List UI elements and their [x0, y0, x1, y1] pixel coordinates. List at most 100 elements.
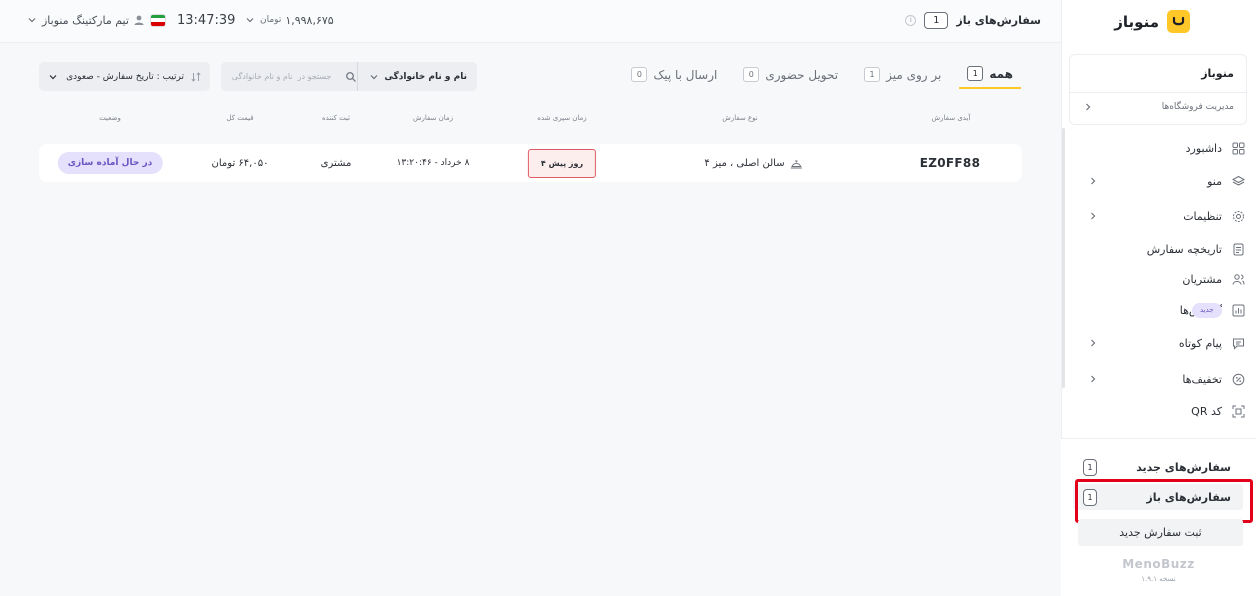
- search-input[interactable]: [221, 62, 338, 91]
- status-badge: در حال آماده سازی: [57, 152, 163, 174]
- new-order-button[interactable]: ثبت سفارش جدید: [1078, 519, 1243, 546]
- chevron-down-icon: [49, 74, 57, 79]
- sidebar-item-label: داشبورد: [1185, 141, 1222, 155]
- orders-table-header: آیدی سفارش نوع سفارش زمان سپری شده زمان …: [39, 114, 1022, 128]
- search-bar: نام و نام خانوادگی: [221, 62, 477, 91]
- layers-icon: [1231, 175, 1245, 186]
- open-orders-label: سفارش‌های باز: [956, 13, 1041, 27]
- sort-label: ترتیب : تاریخ سفارش - صعودی: [66, 71, 184, 82]
- sidebar-item-label: مشتریان: [1182, 272, 1222, 286]
- search-field-select[interactable]: نام و نام خانوادگی: [357, 62, 477, 91]
- tab-on-table[interactable]: بر روی میز 1: [856, 60, 949, 89]
- chevron-right-icon: [1091, 375, 1096, 383]
- sidebar-bottom-panel: سفارش‌های جدید 1 سفارش‌های باز 1 ثبت سفا…: [1061, 438, 1256, 596]
- store-card: منوباز مدیریت فروشگاه‌ها: [1069, 54, 1247, 125]
- manage-stores-link[interactable]: مدیریت فروشگاه‌ها: [1162, 102, 1234, 112]
- sidebar-item-customers[interactable]: مشتریان: [1061, 263, 1256, 295]
- tab-label: تحویل حضوری: [765, 67, 839, 82]
- new-orders-link[interactable]: سفارش‌های جدید 1: [1073, 454, 1243, 480]
- new-badge: جدید: [1192, 302, 1222, 318]
- chevron-down-icon: [246, 18, 254, 23]
- serving-dish-icon: [791, 160, 803, 169]
- chevron-down-icon: [370, 74, 378, 79]
- new-orders-label: سفارش‌های جدید: [1136, 460, 1231, 474]
- user-menu[interactable]: تیم مارکتینگ منوباز: [26, 0, 145, 40]
- clock: 13:47:39: [177, 12, 236, 28]
- version-label: نسخه ۱.۹.۱: [1141, 575, 1176, 583]
- wallet-balance[interactable]: ۱,۹۹۸,۶۷۵ تومان: [244, 0, 334, 40]
- discount-icon: [1232, 373, 1244, 385]
- logo-mark-icon: [1167, 10, 1190, 33]
- store-name: منوباز: [1201, 67, 1234, 80]
- logo[interactable]: منوباز: [1114, 10, 1190, 33]
- message-icon: [1232, 338, 1244, 350]
- divider: [1070, 92, 1246, 93]
- iran-flag-icon: [151, 14, 165, 26]
- sidebar-item-sms[interactable]: پیام کوتاه: [1061, 327, 1256, 359]
- tab-label: بر روی میز: [886, 67, 942, 82]
- total-price: ۶۴,۰۵۰ تومان: [211, 157, 269, 169]
- table-row[interactable]: EZ0FF88 سالن اصلی ، میز ۴ ۴ روز پیش ۸ خر…: [39, 144, 1022, 182]
- open-orders-count: 1: [924, 11, 949, 29]
- sidebar-item-qr[interactable]: کد QR: [1061, 395, 1256, 427]
- sidebar-item-reports[interactable]: گزارش‌ها جدید: [1061, 294, 1256, 326]
- search-field-label: نام و نام خانوادگی: [384, 71, 467, 82]
- order-type-label: سالن اصلی ، میز ۴: [704, 157, 785, 169]
- gear-icon: [1232, 210, 1244, 222]
- info-icon[interactable]: i: [905, 14, 917, 26]
- sidebar-item-label: منو: [1207, 174, 1222, 188]
- tab-all[interactable]: همه 1: [959, 60, 1021, 89]
- header-order-type: نوع سفارش: [722, 114, 758, 122]
- search-icon: [346, 71, 357, 82]
- sort-select[interactable]: ترتیب : تاریخ سفارش - صعودی: [39, 62, 210, 91]
- new-orders-count: 1: [1083, 458, 1097, 476]
- elapsed-badge: ۴ روز پیش: [527, 148, 597, 178]
- sidebar-item-menu[interactable]: منو: [1061, 165, 1256, 197]
- order-id: EZ0FF88: [919, 156, 981, 170]
- main-content: تیم مارکتینگ منوباز 13:47:39 ۱,۹۹۸,۶۷۵ ت…: [0, 0, 1061, 596]
- tab-count: 0: [743, 67, 760, 82]
- balance-value: ۱,۹۹۸,۶۷۵: [285, 13, 334, 27]
- header-status: وضعیت: [99, 114, 121, 122]
- order-type-tabs: همه 1 بر روی میز 1 تحویل حضوری 0 ارسال ب…: [613, 60, 1021, 89]
- document-icon: [1233, 243, 1243, 255]
- tab-count: 1: [967, 66, 984, 81]
- order-time: ۸ خرداد - ۱۳:۲۰:۴۶: [396, 158, 470, 168]
- chevron-right-icon: [1091, 339, 1096, 347]
- chevron-right-icon: [1091, 212, 1096, 220]
- header-total: قیمت کل: [226, 114, 254, 122]
- tab-label: ارسال با پیک: [653, 67, 718, 82]
- sidebar-item-settings[interactable]: تنظیمات: [1061, 200, 1256, 232]
- user-icon: [134, 15, 144, 25]
- chevron-right-icon: [1091, 177, 1096, 185]
- header-elapsed: زمان سپری شده: [537, 114, 587, 122]
- language-flag[interactable]: [151, 0, 165, 40]
- tab-count: 1: [864, 67, 881, 82]
- status-cell: در حال آماده سازی: [57, 144, 163, 182]
- sidebar-item-order-history[interactable]: تاریخچه سفارش: [1061, 233, 1256, 265]
- chevron-down-icon: [28, 18, 36, 23]
- top-bar: تیم مارکتینگ منوباز 13:47:39 ۱,۹۹۸,۶۷۵ ت…: [0, 0, 1061, 43]
- tab-pickup[interactable]: تحویل حضوری 0: [735, 60, 846, 89]
- sidebar-item-label: پیام کوتاه: [1178, 336, 1222, 350]
- open-orders-indicator[interactable]: سفارش‌های باز 1 i: [905, 0, 1041, 40]
- qr-icon: [1232, 405, 1244, 417]
- tab-count: 0: [631, 67, 648, 82]
- grid-icon: [1232, 142, 1244, 154]
- sidebar-item-label: کد QR: [1191, 404, 1222, 418]
- sidebar-item-discounts[interactable]: تخفیف‌ها: [1061, 363, 1256, 395]
- user-name: تیم مارکتینگ منوباز: [42, 13, 129, 27]
- tab-delivery[interactable]: ارسال با پیک 0: [623, 60, 725, 89]
- sidebar-item-label: تاریخچه سفارش: [1146, 242, 1222, 256]
- sidebar-item-dashboard[interactable]: داشبورد: [1061, 132, 1256, 164]
- chart-icon: [1232, 304, 1244, 316]
- sort-icon: [191, 71, 201, 82]
- header-order-id: آیدی سفارش: [931, 114, 971, 122]
- header-registrar: ثبت کننده: [321, 114, 351, 122]
- sidebar-item-label: تخفیف‌ها: [1182, 372, 1222, 386]
- brand-wordmark: MenoBuzz: [1122, 557, 1195, 571]
- sidebar: منوباز منوباز مدیریت فروشگاه‌ها داشبورد …: [1061, 0, 1256, 596]
- users-icon: [1232, 273, 1244, 285]
- tab-label: همه: [989, 66, 1013, 81]
- elapsed-cell: ۴ روز پیش: [527, 144, 597, 182]
